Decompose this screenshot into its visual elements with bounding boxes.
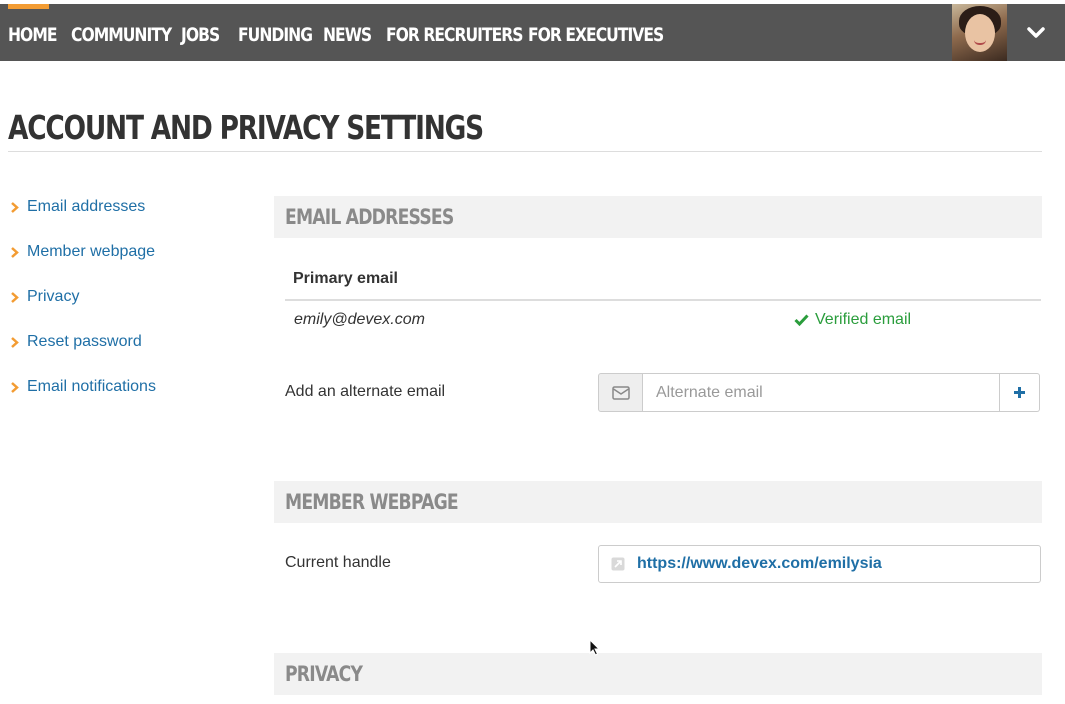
chevron-down-icon <box>1027 26 1045 38</box>
sidebar-item-label: Privacy <box>27 288 80 305</box>
verified-status: Verified email <box>794 311 911 329</box>
sidebar-item-member-webpage[interactable]: Member webpage <box>10 241 250 263</box>
nav-funding[interactable]: Funding <box>238 24 313 46</box>
sidebar-item-label: Email notifications <box>27 378 156 395</box>
chevron-right-icon <box>10 381 27 394</box>
plus-icon <box>1014 387 1025 398</box>
avatar-face <box>965 14 995 52</box>
verified-label: Verified email <box>815 311 912 328</box>
alternate-email-input[interactable] <box>643 373 1000 412</box>
table-divider <box>285 299 1041 301</box>
settings-sidebar: Email addresses Member webpage Privacy R… <box>10 196 250 421</box>
active-nav-indicator <box>8 4 49 9</box>
page-title: Account and Privacy Settings <box>8 108 484 147</box>
member-webpage-link[interactable]: https://www.devex.com/emilysia <box>637 555 882 573</box>
account-menu-toggle[interactable] <box>1007 4 1065 61</box>
chevron-right-icon <box>10 201 27 214</box>
sidebar-item-label: Email addresses <box>27 198 146 215</box>
envelope-addon <box>598 373 643 412</box>
nav-for-recruiters[interactable]: For Recruiters <box>386 24 524 46</box>
nav-for-executives[interactable]: For Executives <box>528 24 664 46</box>
nav-home[interactable]: Home <box>8 24 57 46</box>
chevron-right-icon <box>10 291 27 304</box>
sidebar-item-email-addresses[interactable]: Email addresses <box>10 196 250 218</box>
primary-email-value: emily@devex.com <box>294 311 425 328</box>
link-icon <box>599 557 637 571</box>
check-icon <box>794 314 809 326</box>
section-heading: Privacy <box>285 662 363 686</box>
mouse-cursor-icon <box>589 639 600 656</box>
current-handle-field: https://www.devex.com/emilysia <box>598 545 1041 583</box>
section-header-privacy: Privacy <box>274 653 1042 695</box>
section-heading: Email Addresses <box>285 205 454 229</box>
current-handle-label: Current handle <box>285 554 391 571</box>
nav-community[interactable]: Community <box>71 24 172 46</box>
alternate-email-label: Add an alternate email <box>285 383 446 400</box>
sidebar-item-label: Member webpage <box>27 243 156 260</box>
alternate-email-group <box>598 373 1040 412</box>
section-header-member-webpage: Member Webpage <box>274 481 1042 523</box>
sidebar-item-privacy[interactable]: Privacy <box>10 286 250 308</box>
nav-news[interactable]: News <box>323 24 372 46</box>
chevron-right-icon <box>10 336 27 349</box>
chevron-right-icon <box>10 246 27 259</box>
section-heading: Member Webpage <box>285 490 459 514</box>
title-divider <box>8 151 1042 152</box>
nav-jobs[interactable]: Jobs <box>181 24 220 46</box>
sidebar-item-reset-password[interactable]: Reset password <box>10 331 250 353</box>
primary-email-header: Primary email <box>293 270 398 287</box>
user-avatar[interactable] <box>952 4 1007 61</box>
envelope-icon <box>611 385 630 400</box>
section-header-email-addresses: Email Addresses <box>274 196 1042 238</box>
sidebar-item-email-notifications[interactable]: Email notifications <box>10 376 250 398</box>
add-alternate-email-button[interactable] <box>1000 373 1040 412</box>
sidebar-item-label: Reset password <box>27 333 142 350</box>
